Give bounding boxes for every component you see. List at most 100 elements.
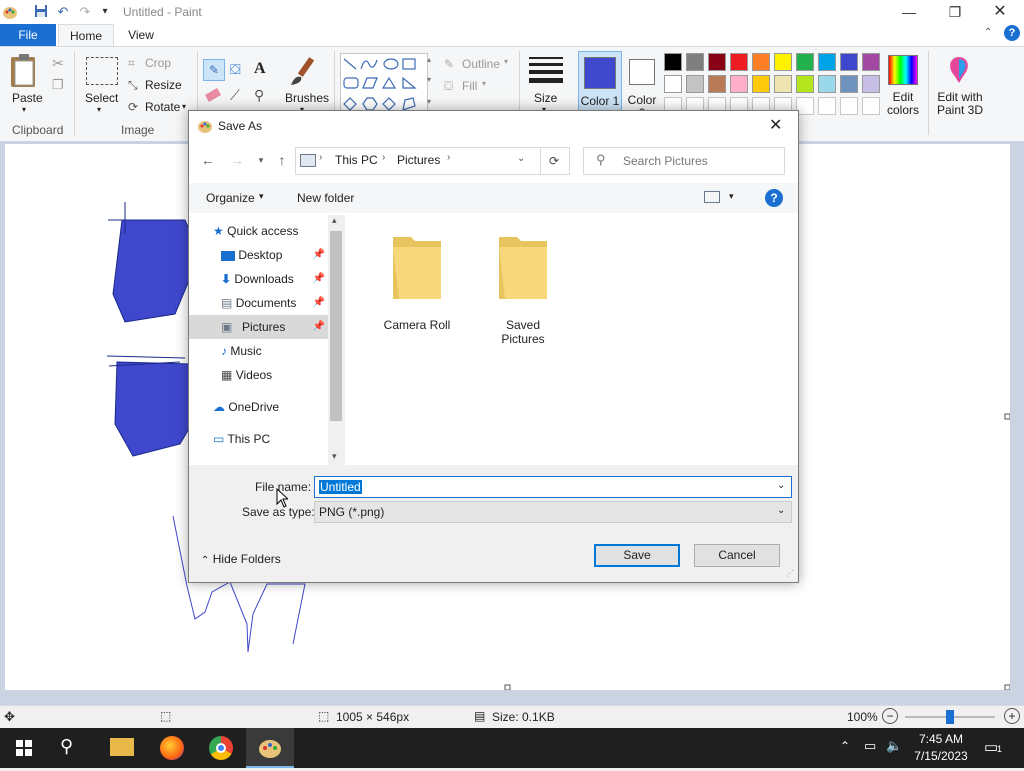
help-icon[interactable]: ? bbox=[1004, 25, 1020, 41]
eraser-icon[interactable] bbox=[204, 88, 222, 102]
file-name-dropdown-icon[interactable]: ⌄ bbox=[777, 480, 785, 491]
forward-icon[interactable]: → bbox=[226, 149, 248, 171]
fill-button[interactable]: Fill bbox=[462, 79, 477, 93]
tab-home[interactable]: Home bbox=[58, 24, 114, 46]
nav-item-quick-access[interactable]: ★ Quick access bbox=[213, 219, 298, 243]
paint3d-icon[interactable] bbox=[944, 55, 974, 85]
brushes-button[interactable]: Brushes bbox=[285, 91, 329, 105]
scroll-down-icon[interactable]: ▾ bbox=[332, 451, 337, 462]
paste-icon[interactable] bbox=[8, 53, 44, 93]
size-button[interactable]: Size bbox=[534, 91, 557, 105]
clock-date[interactable]: 7/15/2023 bbox=[910, 749, 972, 763]
palette-swatch[interactable] bbox=[730, 75, 748, 93]
outline-button[interactable]: Outline bbox=[462, 57, 500, 71]
resize-grip-icon[interactable]: ⋰ bbox=[786, 569, 794, 578]
zoom-out-button[interactable]: − bbox=[882, 708, 898, 724]
nav-item-this-pc[interactable]: ▭ This PC bbox=[213, 427, 270, 451]
file-name-input[interactable]: Untitled ⌄ bbox=[314, 476, 792, 498]
scroll-up-icon[interactable]: ▴ bbox=[332, 215, 337, 226]
address-bar[interactable]: › This PC › Pictures › ⌄ bbox=[295, 147, 541, 175]
dialog-close-button[interactable]: ✕ bbox=[769, 115, 782, 135]
color-picker-icon[interactable]: ⟋ bbox=[230, 87, 240, 104]
shapes-scroll-up-icon[interactable]: ▴ bbox=[427, 55, 431, 64]
pencil-tool-icon[interactable]: ✎ bbox=[203, 59, 225, 81]
size-icon[interactable] bbox=[529, 57, 563, 85]
shapes-more-icon[interactable]: ▾ bbox=[427, 97, 431, 106]
dialog-help-icon[interactable]: ? bbox=[765, 189, 783, 207]
folder-item-camera-roll[interactable]: Camera Roll bbox=[377, 229, 457, 332]
rotate-button[interactable]: Rotate bbox=[145, 100, 180, 114]
paste-dropdown-icon[interactable]: ▾ bbox=[22, 105, 26, 114]
nav-item-music[interactable]: ♪ Music bbox=[221, 339, 262, 363]
select-button[interactable]: Select bbox=[85, 91, 118, 105]
scroll-thumb[interactable] bbox=[330, 231, 342, 421]
nav-item-onedrive[interactable]: ☁ OneDrive bbox=[213, 395, 279, 419]
new-folder-button[interactable]: New folder bbox=[297, 191, 354, 205]
resize-button[interactable]: Resize bbox=[145, 78, 182, 92]
fill-dropdown-icon[interactable]: ▾ bbox=[482, 79, 486, 88]
palette-swatch[interactable] bbox=[708, 53, 726, 71]
search-taskbar-icon[interactable]: ⚲ bbox=[60, 736, 73, 757]
minimize-button[interactable]: — bbox=[886, 0, 932, 24]
palette-custom-swatch[interactable] bbox=[862, 97, 880, 115]
rotate-dropdown-icon[interactable]: ▾ bbox=[182, 102, 186, 111]
tab-file[interactable]: File bbox=[0, 24, 56, 46]
palette-custom-swatch[interactable] bbox=[818, 97, 836, 115]
maximize-button[interactable]: ❐ bbox=[932, 0, 978, 24]
copy-icon[interactable]: ❐ bbox=[52, 77, 64, 93]
undo-icon[interactable]: ↶ bbox=[55, 4, 71, 20]
view-options-icon[interactable] bbox=[704, 191, 720, 203]
palette-swatch[interactable] bbox=[774, 53, 792, 71]
palette-swatch[interactable] bbox=[796, 53, 814, 71]
palette-swatch[interactable] bbox=[818, 75, 836, 93]
palette-custom-swatch[interactable] bbox=[840, 97, 858, 115]
edit-with-paint3d-button[interactable]: Edit with Paint 3D bbox=[934, 91, 986, 117]
collapse-ribbon-icon[interactable]: ⌃ bbox=[984, 27, 992, 38]
organize-button[interactable]: Organize bbox=[206, 191, 255, 205]
hide-folders-button[interactable]: ⌃ Hide Folders bbox=[201, 552, 281, 566]
organize-dropdown-icon[interactable]: ▾ bbox=[259, 191, 264, 202]
zoom-in-button[interactable]: + bbox=[1004, 708, 1020, 724]
outline-dropdown-icon[interactable]: ▾ bbox=[504, 57, 508, 66]
palette-swatch[interactable] bbox=[862, 75, 880, 93]
nav-item-pictures[interactable]: ▣ Pictures 📌 bbox=[189, 315, 328, 339]
palette-swatch[interactable] bbox=[752, 53, 770, 71]
zoom-slider-thumb[interactable] bbox=[946, 710, 954, 724]
firefox-icon[interactable] bbox=[160, 736, 184, 760]
cut-icon[interactable]: ✂ bbox=[52, 55, 64, 72]
cancel-button[interactable]: Cancel bbox=[694, 544, 780, 567]
customize-quick-access-icon[interactable]: ▾ bbox=[97, 4, 113, 20]
redo-icon[interactable]: ↷ bbox=[77, 4, 93, 20]
chrome-icon[interactable] bbox=[209, 736, 233, 760]
palette-swatch[interactable] bbox=[686, 75, 704, 93]
clock-time[interactable]: 7:45 AM bbox=[916, 732, 966, 746]
palette-swatch[interactable] bbox=[664, 75, 682, 93]
up-icon[interactable]: ↑ bbox=[271, 149, 293, 171]
palette-swatch[interactable] bbox=[730, 53, 748, 71]
folder-item-saved-pictures[interactable]: Saved Pictures bbox=[483, 229, 563, 346]
notifications-button[interactable]: ▭ 1 bbox=[984, 738, 1004, 756]
palette-swatch[interactable] bbox=[818, 53, 836, 71]
recent-locations-icon[interactable]: ▾ bbox=[250, 149, 272, 171]
network-icon[interactable]: ▭ bbox=[864, 738, 876, 754]
nav-item-desktop[interactable]: Desktop 📌 bbox=[221, 243, 325, 267]
address-dropdown-icon[interactable]: ⌄ bbox=[517, 153, 525, 164]
nav-scrollbar[interactable]: ▴ ▾ bbox=[328, 215, 345, 465]
palette-swatch[interactable] bbox=[774, 75, 792, 93]
edit-colors-button[interactable]: Edit colors bbox=[884, 91, 922, 117]
paint-taskbar-button[interactable] bbox=[246, 728, 294, 768]
fill-bucket-icon[interactable]: ⛋ bbox=[230, 61, 241, 78]
breadcrumb-pictures[interactable]: Pictures bbox=[397, 153, 440, 167]
palette-swatch[interactable] bbox=[840, 75, 858, 93]
breadcrumb-this-pc[interactable]: This PC bbox=[335, 153, 378, 167]
brushes-icon[interactable] bbox=[287, 55, 321, 89]
palette-swatch[interactable] bbox=[862, 53, 880, 71]
magnifier-icon[interactable]: ⚲ bbox=[254, 87, 264, 104]
select-icon[interactable] bbox=[86, 57, 118, 85]
tab-view[interactable]: View bbox=[116, 24, 166, 46]
refresh-button[interactable]: ⟳ bbox=[539, 147, 570, 175]
show-hidden-icons[interactable]: ⌃ bbox=[840, 739, 850, 753]
select-dropdown-icon[interactable]: ▾ bbox=[97, 105, 101, 114]
start-icon[interactable] bbox=[16, 740, 32, 756]
palette-swatch[interactable] bbox=[664, 53, 682, 71]
